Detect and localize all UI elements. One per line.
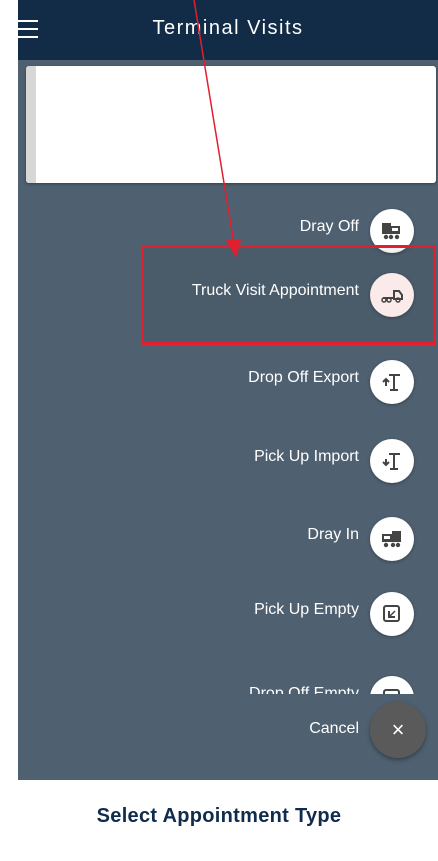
app-bar: Terminal Visits (18, 0, 438, 60)
action-label: Drop Off Empty (249, 685, 359, 694)
action-pick-up-import[interactable]: Pick Up Import (18, 431, 438, 491)
pick-up-empty-icon[interactable] (370, 592, 414, 636)
cancel-button[interactable]: × (370, 702, 426, 758)
action-dray-in[interactable]: Dray In (18, 509, 438, 569)
action-label: Pick Up Empty (254, 601, 359, 618)
action-label: Truck Visit Appointment (191, 282, 359, 299)
dray-off-icon[interactable] (370, 209, 414, 253)
drop-off-export-icon[interactable] (370, 360, 414, 404)
visit-card[interactable] (26, 66, 436, 183)
action-drop-off-empty[interactable]: Drop Off Empty (18, 668, 438, 694)
page-title: Terminal Visits (152, 17, 304, 39)
action-label: Dray In (307, 526, 359, 543)
action-pick-up-empty[interactable]: Pick Up Empty (18, 584, 438, 644)
action-label: Pick Up Import (254, 448, 359, 465)
action-drop-off-empty-clip: Drop Off Empty (18, 650, 438, 694)
drop-off-empty-icon[interactable] (370, 676, 414, 694)
action-label: Dray Off (299, 218, 359, 235)
cancel-label: Cancel (309, 720, 359, 737)
phone-screen: Terminal Visits Dray Off Truck Visit App… (18, 0, 438, 780)
pick-up-import-icon[interactable] (370, 439, 414, 483)
truck-visit-icon[interactable] (370, 273, 414, 317)
action-truck-visit-appointment[interactable]: Truck Visit Appointment (18, 265, 438, 325)
card-accent-bar (26, 66, 36, 183)
caption-title: Select Appointment Type (96, 805, 342, 827)
action-drop-off-export[interactable]: Drop Off Export (18, 352, 438, 412)
action-dray-off[interactable]: Dray Off (18, 201, 438, 261)
action-label: Drop Off Export (248, 369, 359, 386)
dray-in-icon[interactable] (370, 517, 414, 561)
